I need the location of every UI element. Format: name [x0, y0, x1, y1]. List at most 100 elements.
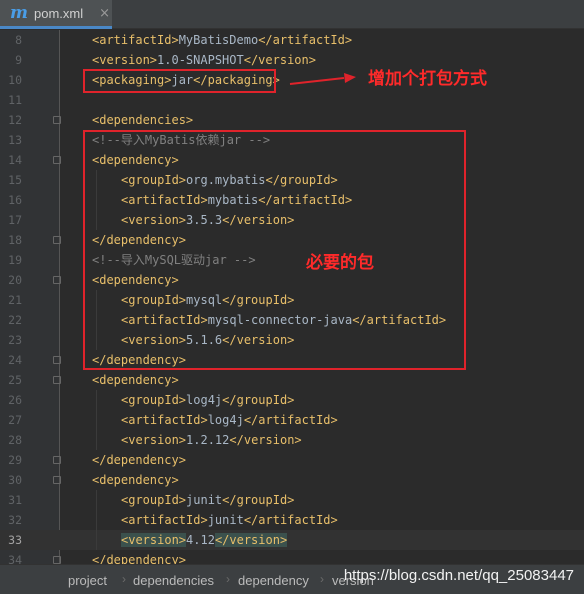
line-number: 30	[8, 473, 22, 487]
xml-text: log4j	[207, 413, 244, 427]
line-number: 32	[8, 513, 22, 527]
code-line[interactable]: 8 <artifactId>MyBatisDemo</artifactId>	[0, 30, 584, 50]
code-line[interactable]: 11	[0, 90, 584, 110]
xml-text: 1.0-SNAPSHOT	[157, 53, 244, 67]
code-content: <dependency>	[92, 470, 179, 490]
fold-marker-icon[interactable]	[53, 236, 61, 244]
fold-marker-icon[interactable]	[53, 116, 61, 124]
fold-marker-icon[interactable]	[53, 276, 61, 284]
xml-tag: <artifactId>	[121, 413, 208, 427]
xml-text: MyBatisDemo	[178, 33, 259, 47]
line-number: 29	[8, 453, 22, 467]
chevron-right-icon: ›	[320, 572, 324, 586]
code-line[interactable]: 25 <dependency>	[0, 370, 584, 390]
close-icon[interactable]: ×	[99, 6, 110, 21]
xml-tag: <artifactId>	[121, 513, 208, 527]
xml-text: junit	[186, 493, 223, 507]
line-number: 16	[8, 193, 22, 207]
code-content: <dependencies>	[92, 110, 193, 130]
xml-tag: <version>	[121, 433, 187, 447]
line-number: 23	[8, 333, 22, 347]
indent-guide	[96, 530, 97, 550]
xml-tag: <dependency>	[92, 373, 179, 387]
line-number: 17	[8, 213, 22, 227]
fold-marker-icon[interactable]	[53, 156, 61, 164]
line-number: 13	[8, 133, 22, 147]
line-number: 26	[8, 393, 22, 407]
line-number: 15	[8, 173, 22, 187]
code-content: <artifactId>MyBatisDemo</artifactId>	[92, 30, 352, 50]
code-content: <version>4.12</version>	[121, 530, 288, 550]
indent-guide	[96, 390, 97, 410]
code-line[interactable]: 29 </dependency>	[0, 450, 584, 470]
line-number: 12	[8, 113, 22, 127]
line-number: 21	[8, 293, 22, 307]
tab-label: pom.xml	[34, 5, 84, 21]
code-line[interactable]: 32 <artifactId>junit</artifactId>	[0, 510, 584, 530]
xml-tag: <dependencies>	[92, 113, 194, 127]
code-line[interactable]: 9 <version>1.0-SNAPSHOT</version>	[0, 50, 584, 70]
code-line[interactable]: 31 <groupId>junit</groupId>	[0, 490, 584, 510]
line-number: 19	[8, 253, 22, 267]
code-content: <artifactId>log4j</artifactId>	[121, 410, 338, 430]
breadcrumb: project › dependencies › dependency › ve…	[0, 564, 584, 594]
line-number: 11	[8, 93, 22, 107]
xml-tag: <groupId>	[121, 493, 187, 507]
fold-marker-icon[interactable]	[53, 476, 61, 484]
chevron-right-icon: ›	[226, 572, 230, 586]
fold-marker-icon[interactable]	[53, 556, 61, 564]
code-content: <groupId>log4j</groupId>	[121, 390, 294, 410]
editor-tab-bar: m pom.xml ×	[0, 0, 584, 29]
xml-text: log4j	[186, 393, 223, 407]
line-number: 18	[8, 233, 22, 247]
dependencies-highlight-box	[83, 130, 466, 370]
xml-tag: <dependency>	[92, 473, 179, 487]
xml-tag: <artifactId>	[92, 33, 179, 47]
fold-marker-icon[interactable]	[53, 376, 61, 384]
xml-tag: </dependency>	[92, 453, 186, 467]
code-content: </dependency>	[92, 450, 186, 470]
line-number: 20	[8, 273, 22, 287]
code-content: <dependency>	[92, 370, 179, 390]
code-line[interactable]: 27 <artifactId>log4j</artifactId>	[0, 410, 584, 430]
xml-tag: </version>	[214, 533, 288, 547]
line-number: 10	[8, 73, 22, 87]
indent-guide	[96, 510, 97, 530]
breadcrumb-project[interactable]: project	[68, 573, 107, 588]
code-line[interactable]: 28 <version>1.2.12</version>	[0, 430, 584, 450]
xml-tag: </artifactId>	[243, 413, 338, 427]
line-number: 27	[8, 413, 22, 427]
xml-tag: </groupId>	[222, 393, 295, 407]
xml-tag: </artifactId>	[243, 513, 338, 527]
fold-marker-icon[interactable]	[53, 356, 61, 364]
packaging-highlight-box	[83, 69, 276, 93]
code-content: <artifactId>junit</artifactId>	[121, 510, 338, 530]
line-number: 9	[15, 53, 22, 67]
indent-guide	[96, 430, 97, 450]
line-number: 28	[8, 433, 22, 447]
line-number: 25	[8, 373, 22, 387]
xml-tag: </version>	[243, 53, 316, 67]
maven-icon: m	[10, 2, 28, 23]
tab-pom-xml[interactable]: m pom.xml ×	[0, 0, 112, 29]
code-line[interactable]: 30 <dependency>	[0, 470, 584, 490]
xml-tag: <groupId>	[121, 393, 187, 407]
line-number: 22	[8, 313, 22, 327]
xml-text: 4.12	[186, 533, 215, 547]
code-line[interactable]: 26 <groupId>log4j</groupId>	[0, 390, 584, 410]
xml-tag: <version>	[92, 53, 158, 67]
xml-tag: </groupId>	[222, 493, 295, 507]
line-number: 31	[8, 493, 22, 507]
dependencies-annotation: 必要的包	[306, 253, 374, 272]
code-line[interactable]: 12 <dependencies>	[0, 110, 584, 130]
breadcrumb-dependencies[interactable]: dependencies	[133, 573, 214, 588]
breadcrumb-dependency[interactable]: dependency	[238, 573, 309, 588]
xml-text: 1.2.12	[186, 433, 230, 447]
indent-guide	[96, 490, 97, 510]
line-number: 24	[8, 353, 22, 367]
line-number: 14	[8, 153, 22, 167]
fold-marker-icon[interactable]	[53, 456, 61, 464]
watermark: https://blog.csdn.net/qq_25083447	[343, 567, 574, 584]
xml-tag: <version>	[121, 533, 187, 547]
code-line[interactable]: 33 <version>4.12</version>	[0, 530, 584, 550]
